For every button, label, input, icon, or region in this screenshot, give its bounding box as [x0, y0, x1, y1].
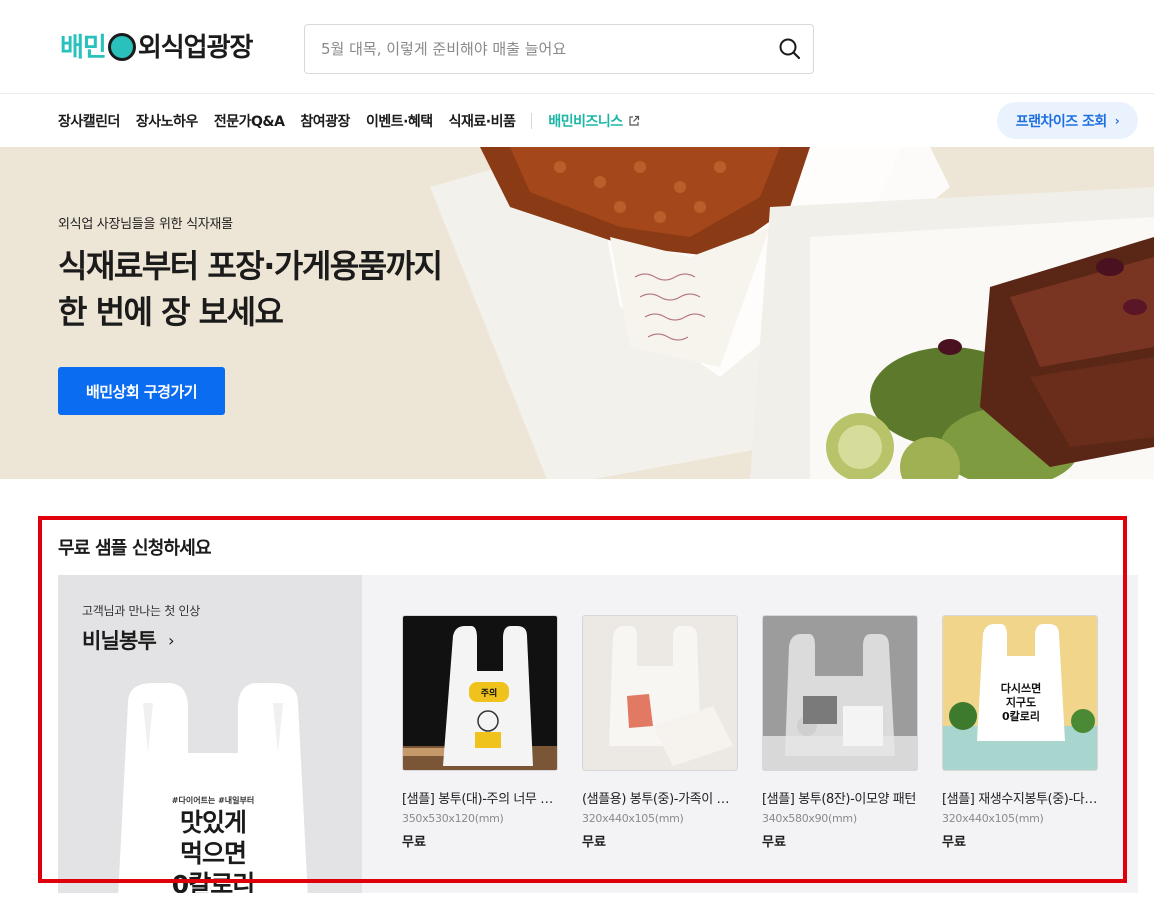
bag-slogan-line1: 맛있게 — [179, 808, 247, 837]
nav-item-knowhow[interactable]: 장사노하우 — [136, 111, 198, 131]
nav-divider — [531, 113, 533, 129]
product-size: 350x530x120(mm) — [402, 812, 504, 825]
feature-title-link[interactable]: 비닐봉투 › — [82, 625, 174, 655]
product-card[interactable]: 다시쓰면 지구도 0칼로리 [샘플] 재생수지봉투(중)-다시쓰면 320x44… — [942, 615, 1098, 850]
nav-item-expert-qa[interactable]: 전문가Q&A — [214, 111, 285, 131]
product-size: 320x440x105(mm) — [942, 812, 1044, 825]
product-photo — [583, 616, 737, 770]
product-price: 무료 — [582, 835, 606, 850]
feature-subtitle: 고객님과 만나는 첫 인상 — [82, 604, 200, 618]
food-tray-image — [430, 147, 1154, 479]
product-card[interactable]: 주의 [샘플] 봉투(대)-주의 너무 맛있음 350x530x120(mm) … — [402, 615, 558, 850]
logo-title: 외식업광장 — [137, 32, 254, 63]
hero-title-line1: 식재료부터 포장·가게용품까지 — [58, 247, 443, 285]
product-photo — [763, 616, 917, 770]
chevron-right-icon: › — [168, 630, 174, 650]
plastic-bag-image: #다이어트는 #내일부터 맛있게 먹으면 0칼로리 — [108, 683, 318, 893]
feature-title: 비닐봉투 — [82, 629, 157, 653]
product-thumbnail — [762, 615, 918, 771]
bag-label-text: 다시쓰면 — [1001, 681, 1041, 695]
product-size: 320x440x105(mm) — [582, 812, 684, 825]
bag-label-text: 지구도 — [1006, 695, 1036, 709]
product-price: 무료 — [402, 835, 426, 850]
nav-item-calendar[interactable]: 장사캘린더 — [58, 111, 120, 131]
hero-title: 식재료부터 포장·가게용품까지 한 번에 장 보세요 — [58, 243, 443, 335]
product-name: [샘플] 재생수지봉투(중)-다시쓰면 — [942, 792, 1098, 807]
product-name: (샘플용) 봉투(중)-가족이 함께 — [582, 792, 738, 807]
site-logo[interactable]: 배민 외식업광장 — [60, 27, 254, 63]
product-photo: 다시쓰면 지구도 0칼로리 — [943, 616, 1097, 770]
product-price: 무료 — [762, 835, 786, 850]
external-link-icon — [629, 115, 639, 126]
product-size: 340x580x90(mm) — [762, 812, 857, 825]
bag-hashtag: #다이어트는 #내일부터 — [171, 796, 255, 805]
sample-panel: 고객님과 만나는 첫 인상 비닐봉투 › #다이어트는 #내일부터 맛있게 먹으… — [58, 575, 1138, 893]
logo-emblem-icon — [107, 33, 136, 61]
product-list: 주의 [샘플] 봉투(대)-주의 너무 맛있음 350x530x120(mm) … — [402, 615, 1122, 850]
chevron-right-icon: › — [1114, 113, 1120, 128]
product-card[interactable]: (샘플용) 봉투(중)-가족이 함께 320x440x105(mm) 무료 — [582, 615, 738, 850]
bag-slogan: 맛있게 먹으면 0칼로리 — [108, 807, 318, 893]
search-input[interactable] — [321, 25, 761, 73]
product-thumbnail: 다시쓰면 지구도 0칼로리 — [942, 615, 1098, 771]
bag-slogan-line3: 0칼로리 — [171, 870, 255, 893]
nav-item-events[interactable]: 이벤트·혜택 — [366, 111, 433, 131]
product-photo: 주의 — [403, 616, 557, 770]
hero-banner: 외식업 사장님들을 위한 식자재몰 식재료부터 포장·가게용품까지 한 번에 장… — [0, 147, 1154, 479]
hero-cta-button[interactable]: 배민상회 구경가기 — [58, 367, 225, 415]
bag-slogan-line2: 먹으면 — [179, 839, 247, 868]
bag-label-text: 0칼로리 — [1002, 709, 1040, 723]
product-thumbnail — [582, 615, 738, 771]
product-thumbnail: 주의 — [402, 615, 558, 771]
nav-menu: 장사캘린더 장사노하우 전문가Q&A 참여광장 이벤트·혜택 식재료·비품 배민… — [58, 95, 656, 147]
nav-item-baemin-business-label: 배민비즈니스 — [548, 114, 623, 130]
main-nav: 장사캘린더 장사노하우 전문가Q&A 참여광장 이벤트·혜택 식재료·비품 배민… — [0, 95, 1154, 147]
search-bar — [304, 24, 814, 74]
franchise-lookup-label: 프랜차이즈 조회 — [1015, 113, 1108, 130]
nav-item-baemin-business[interactable]: 배민비즈니스 — [548, 111, 639, 131]
feature-card-plastic-bags[interactable]: 고객님과 만나는 첫 인상 비닐봉투 › #다이어트는 #내일부터 맛있게 먹으… — [58, 575, 362, 893]
product-name: [샘플] 봉투(8잔)-이모양 패턴 — [762, 792, 916, 807]
logo-brand: 배민 — [60, 32, 107, 63]
product-card[interactable]: [샘플] 봉투(8잔)-이모양 패턴 340x580x90(mm) 무료 — [762, 615, 918, 850]
hero-subtitle: 외식업 사장님들을 위한 식자재몰 — [58, 217, 233, 232]
product-price: 무료 — [942, 835, 966, 850]
search-icon[interactable] — [777, 36, 803, 62]
hero-title-line2: 한 번에 장 보세요 — [58, 293, 284, 331]
product-name: [샘플] 봉투(대)-주의 너무 맛있음 — [402, 792, 558, 807]
section-title-free-samples: 무료 샘플 신청하세요 — [58, 538, 212, 559]
nav-item-community[interactable]: 참여광장 — [300, 111, 350, 131]
nav-item-supplies[interactable]: 식재료·비품 — [449, 111, 516, 131]
franchise-lookup-button[interactable]: 프랜차이즈 조회 › — [997, 102, 1138, 139]
site-header: 배민 외식업광장 — [0, 0, 1154, 94]
bag-label-text: 주의 — [481, 687, 498, 699]
